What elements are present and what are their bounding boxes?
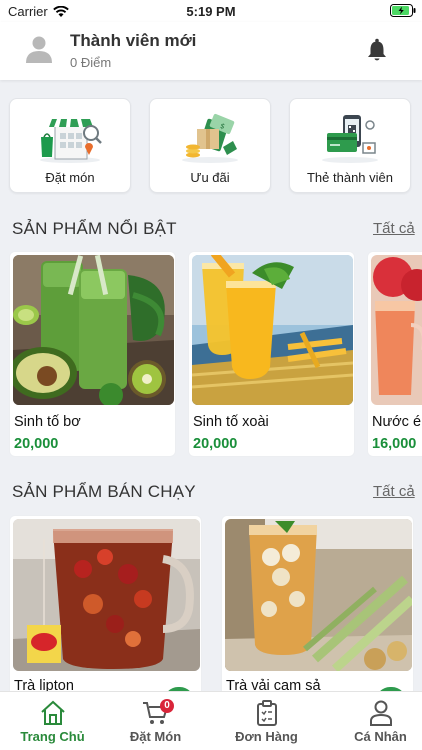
- product-name: Sinh tố xoài: [193, 414, 269, 430]
- avatar[interactable]: [24, 34, 54, 64]
- lychee-tea-image: [225, 519, 412, 671]
- bottom-tab-bar: Trang Chủ Đặt Món 0 Đơn Hàng Cá Nhân: [0, 691, 422, 750]
- best-selling-section-title: SẢN PHẨM BÁN CHẠY: [12, 482, 196, 501]
- tab-orders-history-label: Đơn Hàng: [235, 729, 298, 744]
- mango-smoothie-image: [192, 255, 353, 405]
- notification-button[interactable]: [366, 38, 388, 62]
- product-card-mango-smoothie[interactable]: Sinh tố xoài 20,000: [188, 251, 355, 457]
- tab-orders-history[interactable]: Đơn Hàng: [214, 692, 319, 750]
- quick-action-offers[interactable]: $ Ưu đãi: [149, 98, 271, 193]
- voucher-icon: $: [150, 111, 270, 163]
- bell-icon: [368, 38, 386, 61]
- member-points: 0 Điểm: [70, 55, 112, 70]
- member-name: Thành viên mới: [70, 31, 197, 50]
- quick-action-membership[interactable]: Thẻ thành viên: [289, 98, 411, 193]
- product-name: Sinh tố bơ: [14, 414, 81, 430]
- tab-home-label: Trang Chủ: [20, 729, 85, 744]
- featured-section-title: SẢN PHẨM NỔI BẬT: [12, 219, 177, 238]
- avocado-smoothie-image: [13, 255, 174, 405]
- tab-home[interactable]: Trang Chủ: [0, 692, 105, 750]
- tab-order[interactable]: Đặt Món: [103, 692, 208, 750]
- status-bar: Carrier 5:19 PM: [0, 0, 422, 22]
- product-card-fruit-juice[interactable]: Nước é 16,000: [367, 251, 422, 457]
- member-header: Thành viên mới 0 Điểm: [0, 22, 422, 80]
- product-card-lychee-tea[interactable]: Trà vải cam sả: [221, 515, 414, 715]
- product-price: 20,000: [193, 436, 238, 452]
- home-icon: [0, 700, 105, 728]
- product-price: 20,000: [14, 436, 59, 452]
- storefront-icon: [10, 111, 130, 163]
- user-icon: [328, 700, 422, 728]
- quick-action-offers-label: Ưu đãi: [190, 170, 230, 185]
- tab-profile[interactable]: Cá Nhân: [328, 692, 422, 750]
- battery-icon: [390, 4, 416, 20]
- cart-icon: [103, 700, 208, 728]
- status-time: 5:19 PM: [186, 4, 236, 19]
- product-card-avocado-smoothie[interactable]: Sinh tố bơ 20,000: [9, 251, 176, 457]
- featured-see-all-link[interactable]: Tất cả: [373, 220, 415, 237]
- fruit-juice-image: [371, 255, 422, 405]
- product-price: 16,000: [372, 436, 417, 452]
- user-avatar-icon: [26, 36, 52, 63]
- quick-action-order[interactable]: Đặt món: [9, 98, 131, 193]
- membership-card-icon: [290, 111, 410, 163]
- tab-profile-label: Cá Nhân: [354, 729, 407, 744]
- product-name: Nước é: [372, 414, 422, 430]
- quick-action-order-label: Đặt món: [45, 170, 95, 185]
- cart-count-badge: 0: [160, 699, 174, 713]
- tab-order-label: Đặt Món: [129, 729, 182, 744]
- lipton-tea-image: [13, 519, 200, 671]
- product-card-lipton-tea[interactable]: Trà lipton: [9, 515, 202, 715]
- clipboard-icon: [214, 700, 319, 728]
- quick-action-membership-label: Thẻ thành viên: [306, 170, 393, 185]
- best-selling-see-all-link[interactable]: Tất cả: [373, 483, 415, 500]
